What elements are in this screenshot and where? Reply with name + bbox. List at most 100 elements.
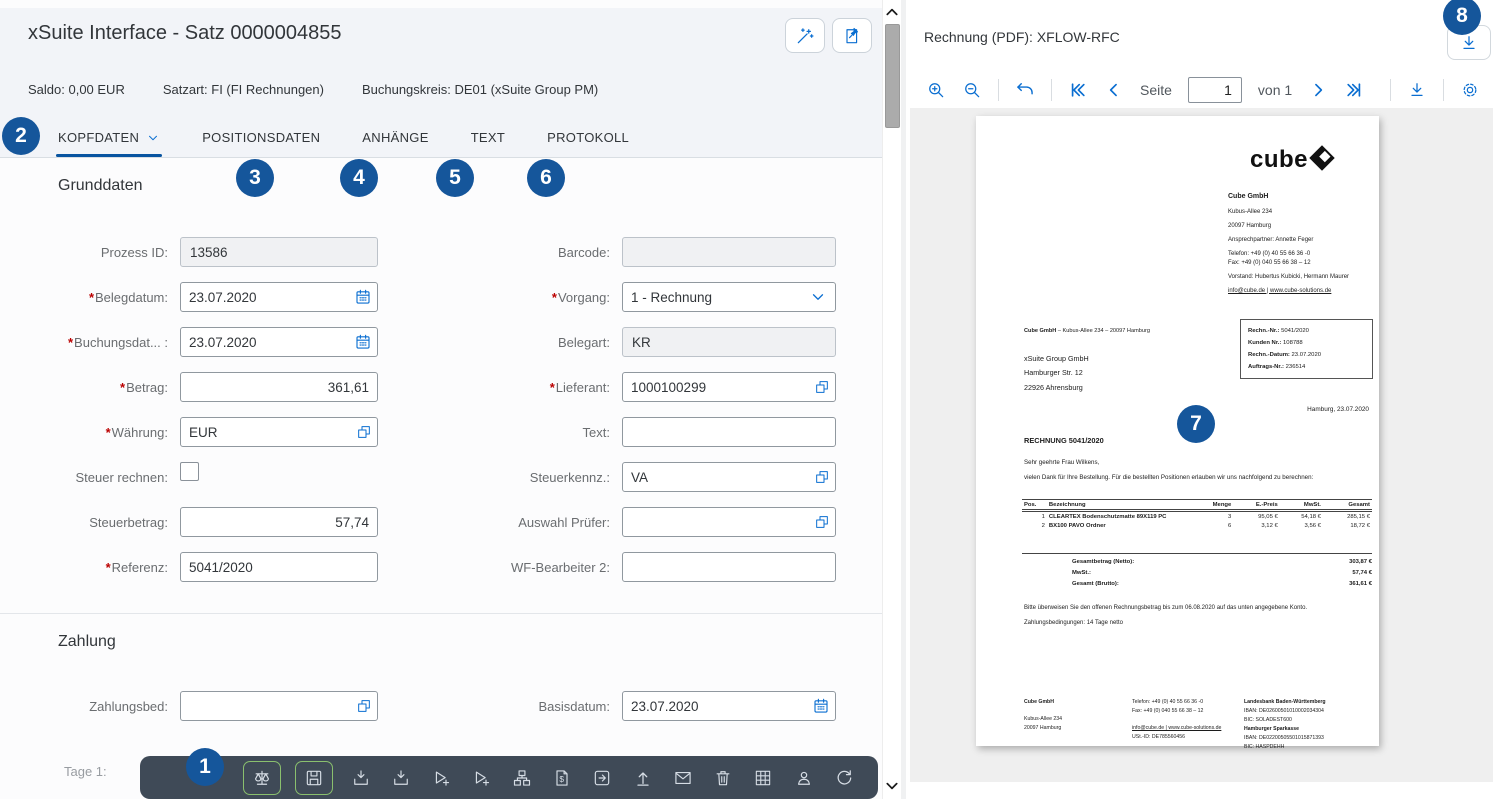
invoice-amounts-button[interactable] — [550, 765, 574, 791]
chevron-down-icon — [146, 131, 160, 145]
zoom-in-button[interactable] — [926, 80, 946, 100]
auswahl-pruefer-label: Auswahl Prüfer: — [452, 515, 622, 530]
calendar-icon[interactable] — [354, 288, 372, 306]
annotation-3: 3 — [236, 159, 274, 197]
tab-protokoll[interactable]: PROTOKOLL — [547, 118, 629, 157]
saldo-text: Saldo: 0,00 EUR — [28, 82, 125, 97]
agent-button[interactable] — [792, 765, 816, 791]
value-help-icon[interactable] — [356, 424, 372, 440]
text-label: Text: — [452, 425, 622, 440]
next-page-button[interactable] — [1308, 80, 1328, 100]
download-pdf-button[interactable] — [1407, 80, 1427, 100]
zoom-out-button[interactable] — [962, 80, 982, 100]
start-workflow-button[interactable] — [429, 765, 453, 791]
barcode-field — [622, 237, 836, 267]
tray-download-icon — [351, 768, 371, 788]
save-button[interactable] — [296, 762, 332, 794]
calendar-icon[interactable] — [354, 333, 372, 351]
invoice-heading: RECHNUNG 5041/2020 — [1024, 436, 1104, 445]
tab-kopfdaten[interactable]: KOPFDATEN — [58, 118, 160, 157]
zahlungsbed-input[interactable] — [180, 691, 378, 721]
annotation-2: 2 — [2, 117, 40, 155]
tab-text[interactable]: TEXT — [471, 118, 505, 157]
next-page-icon — [1308, 80, 1328, 100]
pdf-viewer-area[interactable]: cube Cube GmbH Kubus-Allee 234 20097 Ham… — [910, 108, 1493, 782]
referenz-input[interactable] — [180, 552, 378, 582]
toolbar-separator — [1390, 79, 1391, 101]
betrag-input[interactable] — [180, 372, 378, 402]
belegart-field: KR — [622, 327, 836, 357]
basisdatum-input[interactable] — [622, 691, 836, 721]
invoice-sender-line: Cube GmbH – Kubus-Allee 234 – 20097 Hamb… — [1024, 328, 1150, 334]
wf-bearbeiter2-label: WF-Bearbeiter 2: — [452, 560, 622, 575]
steuerbetrag-input[interactable] — [180, 507, 378, 537]
refresh-button[interactable] — [832, 765, 856, 791]
magic-wand-button[interactable] — [785, 18, 825, 53]
wf-bearbeiter2-input[interactable] — [622, 552, 836, 582]
auswahl-pruefer-input[interactable] — [622, 507, 836, 537]
value-help-icon[interactable] — [356, 698, 372, 714]
forward-button[interactable] — [590, 765, 614, 791]
cube-diamond-icon — [1309, 145, 1334, 170]
checkin-alt-button[interactable] — [389, 765, 413, 791]
tab-positionsdaten[interactable]: POSITIONSDATEN — [202, 118, 320, 157]
scale-icon — [252, 768, 272, 788]
start-workflow-alt-button[interactable] — [469, 765, 493, 791]
scrollbar-thumb[interactable] — [885, 24, 900, 128]
scroll-up-arrow[interactable] — [883, 4, 901, 20]
belegart-label: Belegart: — [452, 335, 622, 350]
value-help-icon[interactable] — [814, 514, 830, 530]
vorgang-label: *Vorgang: — [452, 290, 622, 305]
org-chart-button[interactable] — [510, 765, 534, 791]
belegdatum-input[interactable] — [180, 282, 378, 312]
invoice-terms: Zahlungsbedingungen: 14 Tage netto — [1024, 620, 1123, 626]
invoice-salutation: Sehr geehrte Frau Wilkens, — [1024, 459, 1099, 466]
checkin-button[interactable] — [349, 765, 373, 791]
value-help-icon[interactable] — [814, 379, 830, 395]
tab-anhaenge[interactable]: ANHÄNGE — [362, 118, 428, 157]
page-number-input[interactable] — [1188, 77, 1242, 103]
tage1-label: Tage 1: — [64, 764, 107, 779]
first-page-icon — [1068, 80, 1088, 100]
settings-button[interactable] — [1460, 80, 1480, 100]
left-scrollbar[interactable] — [882, 0, 901, 799]
text-input[interactable] — [622, 417, 836, 447]
upload-button[interactable] — [631, 765, 655, 791]
undo-button[interactable] — [1015, 80, 1035, 100]
lieferant-input[interactable] — [622, 372, 836, 402]
table-view-button[interactable] — [751, 765, 775, 791]
invoice-totals: Gesamtbetrag (Netto):303,87 € MwSt.:57,7… — [1022, 553, 1372, 590]
section-title-zahlung: Zahlung — [58, 633, 882, 651]
magic-wand-icon — [795, 26, 815, 46]
invoice-items-table: Pos. Bezeichnung Menge E.-Preis MwSt. Ge… — [1022, 499, 1372, 530]
toolbar-separator — [1443, 79, 1444, 101]
save-icon — [304, 768, 324, 788]
invoice-info-box: Rechn.-Nr.: 5041/2020 Kunden Nr.: 108788… — [1240, 319, 1373, 379]
invoice-footer: Cube GmbH Kubus-Allee 234 20097 Hamburg … — [1024, 698, 1369, 753]
delete-button[interactable] — [711, 765, 735, 791]
zahlungsbed-label: Zahlungsbed: — [0, 699, 180, 714]
steuerbetrag-label: Steuerbetrag: — [0, 515, 180, 530]
tray-download-icon — [391, 768, 411, 788]
prev-page-button[interactable] — [1104, 80, 1124, 100]
annotation-1: 1 — [186, 748, 224, 786]
waehrung-input[interactable] — [180, 417, 378, 447]
trash-icon — [713, 768, 733, 788]
tab-bar: KOPFDATEN POSITIONSDATEN ANHÄNGE TEXT PR… — [0, 118, 882, 157]
annotation-6: 6 — [527, 159, 565, 197]
org-chart-icon — [512, 768, 532, 788]
last-page-button[interactable] — [1344, 80, 1364, 100]
scroll-down-arrow[interactable] — [883, 778, 901, 794]
note-pin-button[interactable] — [832, 18, 872, 53]
calendar-icon[interactable] — [812, 697, 830, 715]
value-help-icon[interactable] — [814, 469, 830, 485]
page-title: xSuite Interface - Satz 0000004855 — [28, 22, 342, 45]
vorgang-select[interactable]: 1 - Rechnung — [622, 282, 836, 312]
scale-simulate-button[interactable] — [244, 762, 280, 794]
steuer-rechnen-checkbox[interactable] — [180, 462, 199, 481]
steuerkennz-input[interactable] — [622, 462, 836, 492]
first-page-button[interactable] — [1068, 80, 1088, 100]
buchungsdatum-input[interactable] — [180, 327, 378, 357]
document-form-panel: xSuite Interface - Satz 0000004855 Saldo… — [0, 0, 882, 799]
email-button[interactable] — [671, 765, 695, 791]
